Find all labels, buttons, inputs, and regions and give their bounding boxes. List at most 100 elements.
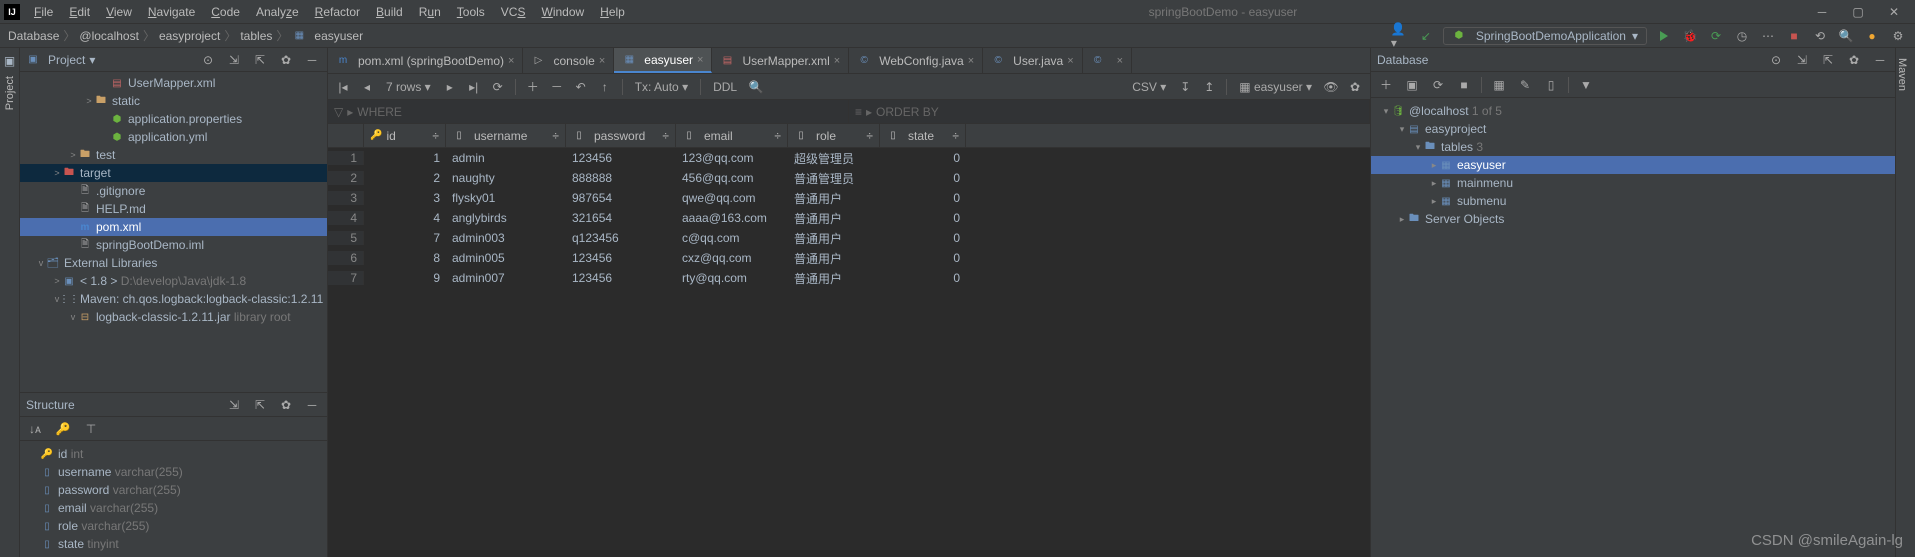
tree-item[interactable]: >🖿static — [20, 92, 327, 110]
run-config-selector[interactable]: ⬢ SpringBootDemoApplication ▾ — [1443, 27, 1647, 45]
cell-id[interactable]: 7 — [364, 231, 446, 245]
cell-password[interactable]: 321654 — [566, 211, 676, 225]
cell-role[interactable]: 普通用户 — [788, 230, 880, 247]
grid-view-icon[interactable]: ▦ — [1490, 76, 1508, 94]
breadcrumb-item[interactable]: easyuser — [314, 29, 363, 43]
minimize-button[interactable]: ─ — [1813, 3, 1831, 21]
tree-item[interactable]: v⋮⋮Maven: ch.qos.logback:logback-classic… — [20, 290, 327, 308]
cell-username[interactable]: admin007 — [446, 271, 566, 285]
maven-tool-label[interactable]: Maven — [1896, 48, 1908, 91]
database-tree[interactable]: ▾🛢@localhost 1 of 5 ▾▤easyproject ▾🖿tabl… — [1371, 98, 1895, 557]
cell-username[interactable]: anglybirds — [446, 211, 566, 225]
delete-row-icon[interactable]: － — [548, 78, 566, 96]
select-opened-icon[interactable]: ⊙ — [199, 51, 217, 69]
add-datasource-icon[interactable]: ＋ — [1377, 76, 1395, 94]
close-tab-icon[interactable]: × — [599, 55, 605, 67]
select-opened-icon[interactable]: ⊙ — [1767, 51, 1785, 69]
column-header-id[interactable]: 🔑id÷ — [364, 124, 446, 147]
project-tool-label[interactable]: Project — [4, 76, 16, 110]
cell-email[interactable]: aaaa@163.com — [676, 211, 788, 225]
revert-icon[interactable]: ↶ — [572, 78, 590, 96]
coverage-button[interactable]: ⟳ — [1707, 27, 1725, 45]
cell-role[interactable]: 普通管理员 — [788, 170, 880, 187]
cell-id[interactable]: 9 — [364, 271, 446, 285]
search-button[interactable]: 🔍 — [1837, 27, 1855, 45]
menu-file[interactable]: File — [26, 3, 61, 21]
menu-run[interactable]: Run — [411, 3, 449, 21]
cell-email[interactable]: c@qq.com — [676, 231, 788, 245]
update-button[interactable]: ⟲ — [1811, 27, 1829, 45]
cell-email[interactable]: qwe@qq.com — [676, 191, 788, 205]
type-filter-icon[interactable]: ⊤ — [82, 420, 100, 438]
table-row[interactable]: 1 1 admin 123456 123@qq.com 超级管理员 0 — [328, 148, 1370, 168]
profile-button[interactable]: ◷ — [1733, 27, 1751, 45]
tree-item[interactable]: ⬢application.properties — [20, 110, 327, 128]
tree-item[interactable]: 🗎springBootDemo.iml — [20, 236, 327, 254]
csv-button[interactable]: CSV ▾ — [1128, 80, 1170, 94]
hide-panel-icon[interactable]: ─ — [1871, 51, 1889, 69]
grid-body[interactable]: 1 1 admin 123456 123@qq.com 超级管理员 02 2 n… — [328, 148, 1370, 288]
cell-password[interactable]: 123456 — [566, 271, 676, 285]
cell-email[interactable]: cxz@qq.com — [676, 251, 788, 265]
db-table-easyuser[interactable]: ▸▦easyuser — [1371, 156, 1895, 174]
column-header-role[interactable]: ▯role÷ — [788, 124, 880, 147]
table-row[interactable]: 5 7 admin003 q123456 c@qq.com 普通用户 0 — [328, 228, 1370, 248]
hide-panel-icon[interactable]: ─ — [303, 396, 321, 414]
table-row[interactable]: 6 8 admin005 123456 cxz@qq.com 普通用户 0 — [328, 248, 1370, 268]
import-icon[interactable]: ↥ — [1200, 78, 1218, 96]
db-tables-folder[interactable]: ▾🖿tables 3 — [1371, 138, 1895, 156]
cell-state[interactable]: 0 — [880, 251, 966, 265]
editor-tab[interactable]: ▤UserMapper.xml× — [712, 48, 849, 73]
expand-all-icon[interactable]: ⇲ — [225, 396, 243, 414]
cell-id[interactable]: 4 — [364, 211, 446, 225]
editor-tab[interactable]: ©User.java× — [983, 48, 1082, 73]
cell-username[interactable]: admin — [446, 151, 566, 165]
export-icon[interactable]: ↧ — [1176, 78, 1194, 96]
collapse-all-icon[interactable]: ⇱ — [1819, 51, 1837, 69]
menu-tools[interactable]: Tools — [449, 3, 493, 21]
tree-item[interactable]: 🗎HELP.md — [20, 200, 327, 218]
cell-id[interactable]: 8 — [364, 251, 446, 265]
cell-username[interactable]: admin003 — [446, 231, 566, 245]
refresh-icon[interactable]: ⟳ — [1429, 76, 1447, 94]
tools-settings-icon[interactable]: ✿ — [1346, 78, 1364, 96]
rows-label[interactable]: 7 rows ▾ — [382, 80, 435, 94]
menu-code[interactable]: Code — [203, 3, 248, 21]
db-host[interactable]: ▾🛢@localhost 1 of 5 — [1371, 102, 1895, 120]
collapse-all-icon[interactable]: ⇱ — [251, 51, 269, 69]
close-tab-icon[interactable]: × — [968, 55, 974, 67]
menu-edit[interactable]: Edit — [61, 3, 98, 21]
table-row[interactable]: 4 4 anglybirds 321654 aaaa@163.com 普通用户 … — [328, 208, 1370, 228]
structure-item[interactable]: ▯username varchar(255) — [20, 463, 327, 481]
stop-icon[interactable]: ■ — [1455, 76, 1473, 94]
cell-email[interactable]: rty@qq.com — [676, 271, 788, 285]
breadcrumb-item[interactable]: @localhost — [79, 29, 139, 43]
hide-panel-icon[interactable]: ─ — [303, 51, 321, 69]
close-tab-icon[interactable]: × — [834, 55, 840, 67]
tree-item[interactable]: >▣< 1.8 > D:\develop\Java\jdk-1.8 — [20, 272, 327, 290]
structure-item[interactable]: ▯email varchar(255) — [20, 499, 327, 517]
commit-icon[interactable]: ↑ — [596, 78, 614, 96]
table-row[interactable]: 7 9 admin007 123456 rty@qq.com 普通用户 0 — [328, 268, 1370, 288]
close-tab-icon[interactable]: × — [1117, 55, 1123, 67]
cell-password[interactable]: 123456 — [566, 151, 676, 165]
cell-state[interactable]: 0 — [880, 211, 966, 225]
cell-email[interactable]: 456@qq.com — [676, 171, 788, 185]
menu-window[interactable]: Window — [533, 3, 592, 21]
first-page-icon[interactable]: |◂ — [334, 78, 352, 96]
tree-item[interactable]: 🗎.gitignore — [20, 182, 327, 200]
back-arrow-icon[interactable]: ↙ — [1417, 27, 1435, 45]
copy-datasource-icon[interactable]: ▣ — [1403, 76, 1421, 94]
cell-role[interactable]: 普通用户 — [788, 190, 880, 207]
filter-icon[interactable]: ▼ — [1577, 76, 1595, 94]
edit-icon[interactable]: ✎ — [1516, 76, 1534, 94]
close-button[interactable]: ✕ — [1885, 3, 1903, 21]
editor-tab[interactable]: ©WebConfig.java× — [849, 48, 983, 73]
cell-state[interactable]: 0 — [880, 271, 966, 285]
tree-item[interactable]: ▤UserMapper.xml — [20, 74, 327, 92]
query-icon[interactable]: 🔍 — [747, 78, 765, 96]
table-row[interactable]: 2 2 naughty 888888 456@qq.com 普通管理员 0 — [328, 168, 1370, 188]
cell-email[interactable]: 123@qq.com — [676, 151, 788, 165]
cell-password[interactable]: q123456 — [566, 231, 676, 245]
last-page-icon[interactable]: ▸| — [465, 78, 483, 96]
